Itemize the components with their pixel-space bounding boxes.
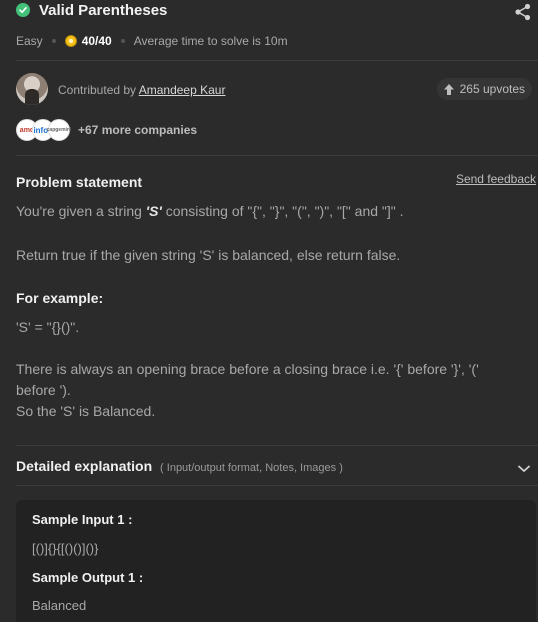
problem-title: Valid Parentheses (39, 2, 168, 19)
upvote-arrow-icon (443, 83, 454, 95)
problem-meta: Easy 40/40 Average time to solve is 10m (16, 34, 288, 48)
problem-statement-heading: Problem statement (16, 174, 143, 190)
divider (16, 445, 538, 446)
contributor-name-link[interactable]: Amandeep Kaur (139, 83, 226, 97)
sample-box: Sample Input 1 : [()]{}{[()()]()} Sample… (16, 500, 536, 622)
divider (16, 155, 538, 156)
coin-icon (64, 35, 77, 47)
detailed-explanation-heading: Detailed explanation (16, 458, 153, 474)
problem-header: Valid Parentheses Easy 40/40 Average tim… (0, 0, 538, 60)
example-value: 'S' = "{}()". (16, 319, 80, 335)
statement-line-1: You're given a string 'S' consisting of … (16, 201, 516, 222)
sample-output-label: Sample Output 1 : (32, 570, 144, 585)
divider (16, 485, 538, 486)
solved-check-icon (16, 3, 30, 17)
sample-output-value: Balanced (32, 598, 87, 613)
average-time: Average time to solve is 10m (133, 34, 288, 48)
separator-dot (120, 39, 125, 43)
contributor-prefix: Contributed by (58, 83, 137, 97)
detailed-explanation-subtitle: ( Input/output format, Notes, Images ) (160, 462, 343, 474)
statement-line-2: Return true if the given string 'S' is b… (16, 247, 401, 263)
statement-variable: 'S' (145, 203, 162, 219)
company-tags[interactable]: amd infoe capgemini +67 more companies (16, 118, 197, 142)
company-logo-icon: capgemini (47, 119, 71, 141)
send-feedback-link[interactable]: Send feedback (456, 172, 536, 186)
example-conclusion: So the 'S' is Balanced. (16, 403, 156, 419)
contributor-avatar (16, 73, 48, 105)
statement-text: consisting of "{", "}", "(", ")", "[" an… (165, 203, 404, 219)
example-explanation: There is always an opening brace before … (16, 361, 479, 398)
upvote-button[interactable]: 265 upvotes (436, 78, 532, 100)
more-companies-link[interactable]: +67 more companies (78, 123, 197, 137)
sample-input-value: [()]{}{[()()]()} (32, 541, 99, 556)
divider (16, 60, 538, 61)
example-heading: For example: (16, 290, 104, 306)
score-value: 40/40 (81, 34, 112, 48)
chevron-down-icon[interactable] (518, 460, 530, 478)
sample-input-label: Sample Input 1 : (32, 512, 133, 527)
statement-text: You're given a string (16, 203, 142, 219)
problem-page: Valid Parentheses Easy 40/40 Average tim… (0, 0, 538, 622)
upvote-count: 265 upvotes (459, 82, 525, 96)
contributor-line: Contributed by Amandeep Kaur (58, 83, 225, 97)
difficulty-label: Easy (16, 34, 43, 48)
separator-dot (51, 39, 56, 43)
detailed-explanation-toggle[interactable]: Detailed explanation ( Input/output form… (16, 458, 343, 474)
share-icon[interactable] (514, 3, 532, 26)
